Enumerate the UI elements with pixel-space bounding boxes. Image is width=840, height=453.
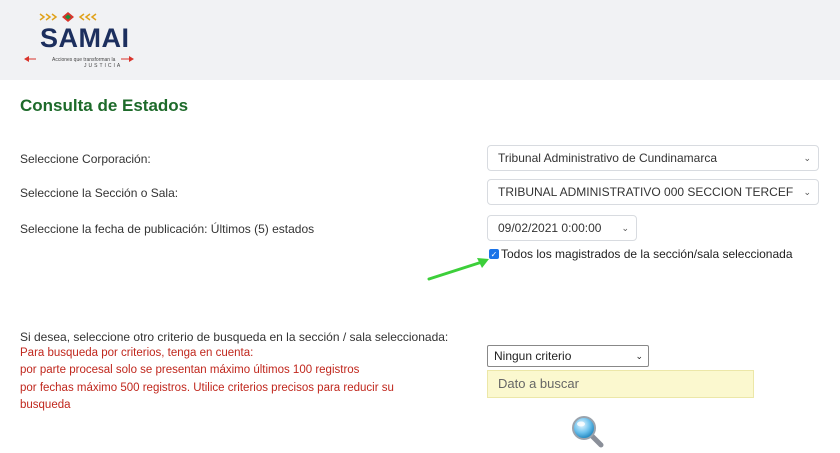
checkbox-icon[interactable]: ✓: [489, 249, 499, 259]
samai-logo[interactable]: SAMAI Acciones que transforman la JUSTIC…: [18, 8, 158, 72]
seccion-select[interactable]: TRIBUNAL ADMINISTRATIVO 000 SECCION TERC…: [487, 179, 819, 205]
fecha-label: Seleccione la fecha de publicación: Últi…: [20, 222, 315, 236]
corporacion-label: Seleccione Corporación:: [20, 152, 151, 166]
page-title: Consulta de Estados: [20, 96, 189, 115]
todos-magistrados-label: Todos los magistrados de la sección/sala…: [501, 247, 793, 261]
criteria-note-2: por parte procesal solo se presentan máx…: [20, 364, 360, 376]
logo-tagline-justicia: JUSTICIA: [84, 63, 123, 69]
criteria-intro: Si desea, seleccione otro criterio de bu…: [20, 330, 449, 344]
criterio-select-value: Ningun criterio: [494, 349, 572, 363]
chevron-down-icon: ⌄: [621, 223, 629, 233]
seccion-label: Seleccione la Sección o Sala:: [20, 186, 179, 200]
chevron-down-icon: ⌄: [635, 351, 643, 361]
chevron-down-icon: ⌄: [803, 153, 811, 163]
corporacion-select-value: Tribunal Administrativo de Cundinamarca: [498, 151, 717, 165]
fecha-select-value: 09/02/2021 0:00:00: [498, 221, 602, 235]
chevron-down-icon: ⌄: [803, 187, 811, 197]
criteria-note-4: busqueda: [20, 399, 71, 411]
seccion-select-value: TRIBUNAL ADMINISTRATIVO 000 SECCION TERC…: [498, 185, 794, 199]
annotation-arrow: [427, 258, 489, 281]
criteria-note-3: por fechas máximo 500 registros. Utilice…: [20, 382, 394, 394]
logo-text: SAMAI: [40, 23, 130, 53]
dato-buscar-input[interactable]: Dato a buscar: [487, 370, 754, 398]
fecha-select[interactable]: 09/02/2021 0:00:00 ⌄: [487, 215, 637, 241]
corporacion-select[interactable]: Tribunal Administrativo de Cundinamarca …: [487, 145, 819, 171]
todos-magistrados-checkbox-row[interactable]: ✓ Todos los magistrados de la sección/sa…: [489, 247, 793, 261]
criteria-note-1: Para busqueda por criterios, tenga en cu…: [20, 347, 254, 359]
criterio-select[interactable]: Ningun criterio ⌄: [487, 345, 649, 367]
search-icon[interactable]: [570, 414, 606, 450]
